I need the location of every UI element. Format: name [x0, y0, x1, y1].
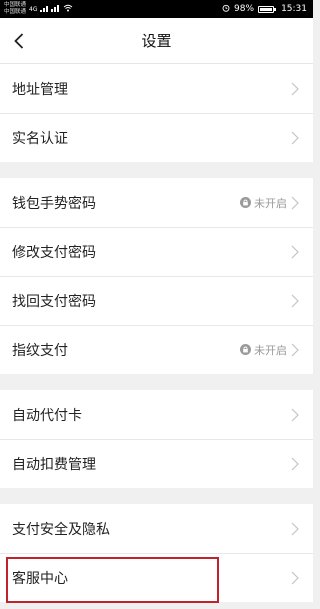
row-label: 修改支付密码	[12, 244, 96, 261]
row-label: 指纹支付	[12, 342, 68, 359]
chevron-left-icon	[14, 33, 24, 49]
settings-group-account: 地址管理 实名认证	[0, 64, 313, 162]
chevron-right-icon	[291, 408, 299, 422]
chevron-right-icon	[291, 82, 299, 96]
network-type: 4G	[29, 5, 38, 13]
status-badge: 未开启	[240, 342, 287, 358]
nav-bar: 设置	[0, 18, 313, 64]
status-bar: 中国联通 中国联通 4G 98% 15:31	[0, 0, 313, 18]
settings-row-auto-pay-card[interactable]: 自动代付卡	[0, 390, 313, 439]
settings-row-recover-pay-password[interactable]: 找回支付密码	[0, 276, 313, 325]
settings-row-fingerprint-pay[interactable]: 指纹支付 未开启	[0, 325, 313, 374]
settings-group-auto-pay: 自动代付卡 自动扣费管理	[0, 390, 313, 488]
chevron-right-icon	[291, 131, 299, 145]
alarm-icon	[222, 4, 230, 15]
settings-row-address[interactable]: 地址管理	[0, 64, 313, 113]
settings-row-real-name[interactable]: 实名认证	[0, 113, 313, 162]
lock-icon	[240, 344, 251, 355]
status-right: 98% 15:31	[222, 4, 307, 15]
settings-row-gesture-password[interactable]: 钱包手势密码 未开启	[0, 178, 313, 227]
status-badge: 未开启	[240, 195, 287, 211]
settings-row-change-pay-password[interactable]: 修改支付密码	[0, 227, 313, 276]
row-label: 支付安全及隐私	[12, 521, 110, 538]
chevron-right-icon	[291, 457, 299, 471]
page-title: 设置	[141, 32, 172, 50]
status-left: 中国联通 中国联通 4G	[4, 2, 73, 16]
row-label: 找回支付密码	[12, 293, 96, 310]
settings-row-auto-deduct[interactable]: 自动扣费管理	[0, 439, 313, 488]
back-button[interactable]	[4, 18, 34, 64]
chevron-right-icon	[291, 343, 299, 357]
battery-icon	[258, 5, 277, 13]
settings-group-password: 钱包手势密码 未开启 修改支付密码 找回支付密码 指纹支付 未开启	[0, 178, 313, 374]
signal-icon	[40, 4, 60, 15]
lock-icon	[240, 197, 251, 208]
status-text: 未开启	[254, 343, 287, 357]
clock: 15:31	[281, 4, 307, 14]
row-label: 钱包手势密码	[12, 195, 96, 212]
status-text: 未开启	[254, 196, 287, 210]
carrier-names: 中国联通 中国联通	[4, 2, 26, 16]
carrier-2: 中国联通	[4, 9, 27, 15]
carrier-1: 中国联通	[4, 2, 27, 8]
wifi-icon	[63, 4, 73, 15]
chevron-right-icon	[291, 522, 299, 536]
chevron-right-icon	[291, 294, 299, 308]
row-label: 自动扣费管理	[12, 456, 96, 473]
row-label: 自动代付卡	[12, 407, 82, 424]
row-label: 客服中心	[12, 570, 68, 587]
settings-row-customer-service[interactable]: 客服中心	[0, 553, 313, 602]
row-label: 地址管理	[12, 81, 68, 98]
chevron-right-icon	[291, 196, 299, 210]
row-label: 实名认证	[12, 130, 68, 147]
battery-percent: 98%	[234, 4, 255, 14]
settings-group-support: 支付安全及隐私 客服中心	[0, 504, 313, 602]
chevron-right-icon	[291, 245, 299, 259]
settings-row-security-privacy[interactable]: 支付安全及隐私	[0, 504, 313, 553]
chevron-right-icon	[291, 571, 299, 585]
